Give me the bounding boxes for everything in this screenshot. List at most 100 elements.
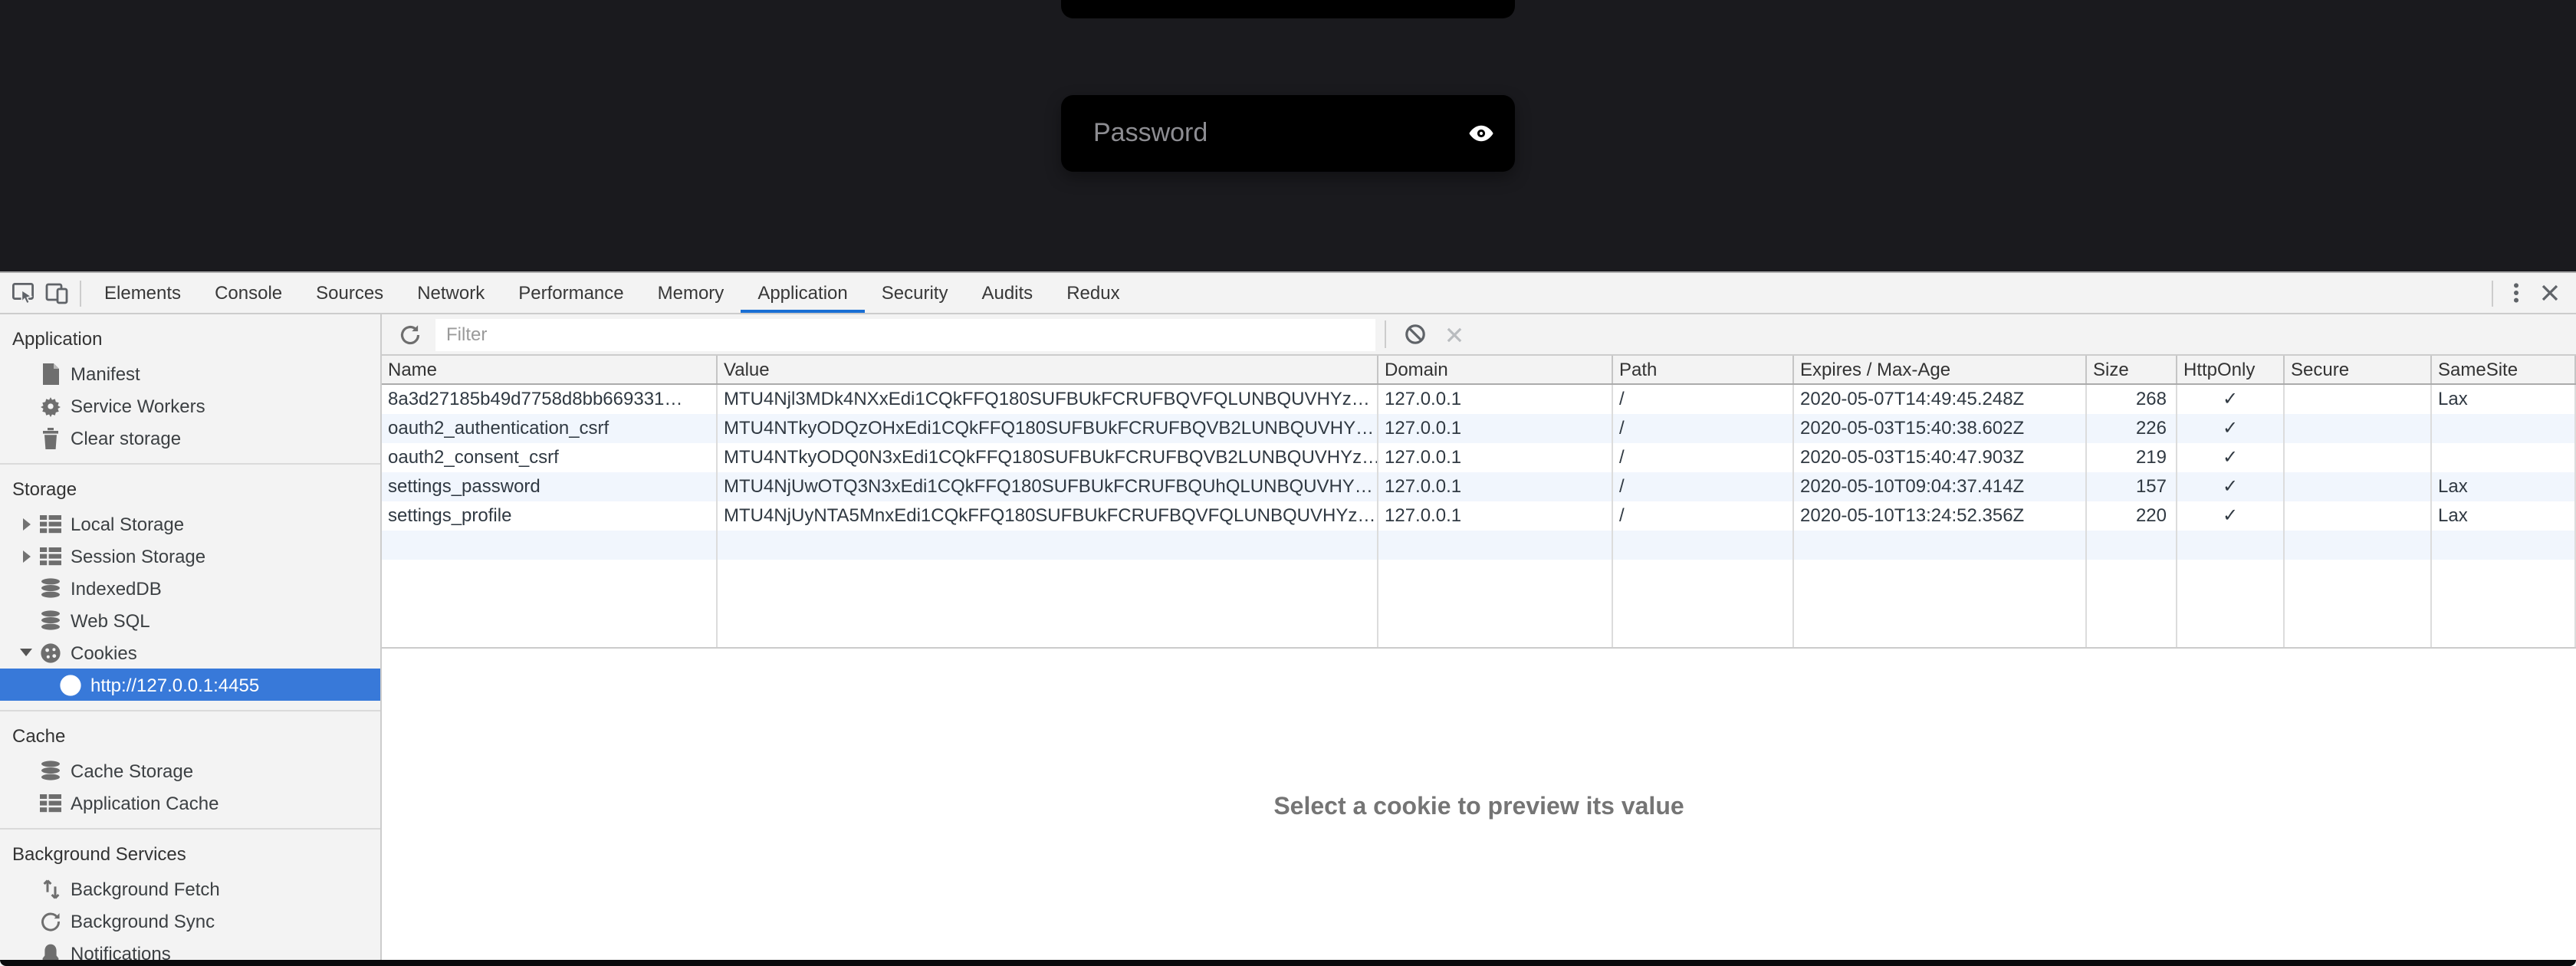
screen: Password Elements Console Sources Networ… [0, 0, 2576, 966]
sidebar-item-cookies-origin[interactable]: http://127.0.0.1:4455 [0, 669, 380, 701]
tab-redux[interactable]: Redux [1050, 273, 1136, 313]
cookies-toolbar [382, 314, 2576, 356]
sidebar-section-storage: Storage Local Storage Session Storage [0, 465, 380, 711]
clear-search-icon[interactable] [1443, 323, 1466, 346]
sidebar-item-service-workers[interactable]: Service Workers [0, 389, 380, 422]
tab-sources[interactable]: Sources [299, 273, 400, 313]
column-header-secure[interactable]: Secure [2285, 356, 2432, 383]
cookie-row[interactable]: 8a3d27185b49d7758d8bb669331… MTU4Njl3MDk… [382, 385, 2576, 414]
toolbar-divider [1385, 320, 1386, 348]
login-page-background: Password [0, 0, 2576, 271]
clear-filter-icon[interactable] [1403, 323, 1426, 346]
cell-httponly: ✓ [2177, 472, 2285, 501]
sidebar-item-clear-storage[interactable]: Clear storage [0, 422, 380, 454]
expand-arrow-icon[interactable] [12, 550, 40, 562]
inspect-element-icon[interactable] [6, 273, 40, 313]
cell-value: MTU4NTkyODQ0N3xEdi1CQkFFQ180SUFBUkFCRUFB… [718, 443, 1378, 472]
show-password-eye-icon[interactable] [1467, 120, 1495, 147]
sidebar-item-cookies[interactable]: Cookies [0, 636, 380, 669]
cookie-row[interactable]: settings_password MTU4NjUwOTQ3N3xEdi1CQk… [382, 472, 2576, 501]
cell-name: oauth2_consent_csrf [382, 443, 718, 472]
cookies-table-body: 8a3d27185b49d7758d8bb669331… MTU4Njl3MDk… [382, 385, 2576, 649]
sidebar-item-label: Service Workers [71, 395, 205, 416]
tab-performance[interactable]: Performance [501, 273, 640, 313]
trash-icon [40, 427, 61, 449]
cell-secure [2285, 414, 2432, 443]
cell-secure [2285, 443, 2432, 472]
kebab-menu-icon[interactable] [2499, 273, 2533, 313]
tab-elements[interactable]: Elements [87, 273, 198, 313]
tab-security[interactable]: Security [865, 273, 965, 313]
filter-input[interactable] [435, 318, 1375, 350]
cookie-row[interactable]: oauth2_authentication_csrf MTU4NTkyODQzO… [382, 414, 2576, 443]
empty-row [382, 560, 2576, 589]
gear-icon [40, 395, 61, 416]
section-title: Background Services [0, 836, 380, 872]
cell-size: 226 [2087, 414, 2177, 443]
cell-path: / [1613, 443, 1794, 472]
cell-size: 268 [2087, 385, 2177, 414]
column-header-name[interactable]: Name [382, 356, 718, 383]
cookie-row[interactable]: oauth2_consent_csrf MTU4NTkyODQ0N3xEdi1C… [382, 443, 2576, 472]
sidebar-item-label: IndexedDB [71, 577, 162, 599]
sidebar-item-label: http://127.0.0.1:4455 [90, 674, 259, 695]
sidebar-item-background-sync[interactable]: Background Sync [0, 905, 380, 937]
column-header-size[interactable]: Size [2087, 356, 2177, 383]
sidebar-item-cache-storage[interactable]: Cache Storage [0, 754, 380, 787]
column-header-value[interactable]: Value [718, 356, 1378, 383]
column-header-samesite[interactable]: SameSite [2432, 356, 2576, 383]
cell-size: 157 [2087, 472, 2177, 501]
column-header-domain[interactable]: Domain [1378, 356, 1613, 383]
cell-value: MTU4NjUyNTA5MnxEdi1CQkFFQ180SUFBUkFCRUFB… [718, 501, 1378, 531]
cell-path: / [1613, 385, 1794, 414]
cell-domain: 127.0.0.1 [1378, 472, 1613, 501]
sidebar-item-session-storage[interactable]: Session Storage [0, 540, 380, 572]
tab-network[interactable]: Network [400, 273, 501, 313]
sidebar-item-web-sql[interactable]: Web SQL [0, 604, 380, 636]
table-icon [40, 514, 61, 533]
sidebar-item-application-cache[interactable]: Application Cache [0, 787, 380, 819]
devtools-panel: Elements Console Sources Network Perform… [0, 271, 2576, 966]
empty-row [382, 531, 2576, 560]
cell-httponly: ✓ [2177, 414, 2285, 443]
cookie-row[interactable]: settings_profile MTU4NjUyNTA5MnxEdi1CQkF… [382, 501, 2576, 531]
cell-name: settings_profile [382, 501, 718, 531]
sidebar-item-background-fetch[interactable]: Background Fetch [0, 872, 380, 905]
sidebar-item-indexeddb[interactable]: IndexedDB [0, 572, 380, 604]
cell-samesite: Lax [2432, 472, 2576, 501]
sidebar-section-cache: Cache Cache Storage Application Cache [0, 711, 380, 830]
column-header-httponly[interactable]: HttpOnly [2177, 356, 2285, 383]
password-field[interactable]: Password [1061, 95, 1515, 172]
tab-application[interactable]: Application [741, 273, 864, 313]
sidebar-item-manifest[interactable]: Manifest [0, 357, 380, 389]
tab-memory[interactable]: Memory [641, 273, 741, 313]
refresh-icon[interactable] [397, 322, 422, 347]
column-header-expires[interactable]: Expires / Max-Age [1794, 356, 2087, 383]
tab-audits[interactable]: Audits [964, 273, 1050, 313]
cookie-icon [60, 674, 81, 695]
application-sidebar: Application Manifest Service Workers [0, 314, 382, 966]
close-icon[interactable] [2533, 273, 2567, 313]
device-toolbar-icon[interactable] [40, 273, 74, 313]
table-icon [40, 794, 61, 812]
cell-expires: 2020-05-07T14:49:45.248Z [1794, 385, 2087, 414]
sidebar-item-label: Local Storage [71, 513, 184, 534]
cell-path: / [1613, 501, 1794, 531]
cell-secure [2285, 472, 2432, 501]
cell-httponly: ✓ [2177, 501, 2285, 531]
column-header-path[interactable]: Path [1613, 356, 1794, 383]
sidebar-item-label: Background Sync [71, 910, 215, 932]
up-down-arrows-icon [40, 878, 61, 899]
username-field-cutoff[interactable] [1061, 0, 1515, 18]
expand-arrow-icon[interactable] [12, 518, 40, 530]
tab-console[interactable]: Console [198, 273, 299, 313]
cell-httponly: ✓ [2177, 443, 2285, 472]
cell-name: settings_password [382, 472, 718, 501]
document-icon [40, 363, 61, 384]
cell-name: oauth2_authentication_csrf [382, 414, 718, 443]
sidebar-item-label: Session Storage [71, 545, 205, 567]
collapse-arrow-icon[interactable] [12, 649, 40, 656]
devtools-tabbar: Elements Console Sources Network Perform… [0, 273, 2576, 314]
cell-path: / [1613, 472, 1794, 501]
sidebar-item-local-storage[interactable]: Local Storage [0, 508, 380, 540]
